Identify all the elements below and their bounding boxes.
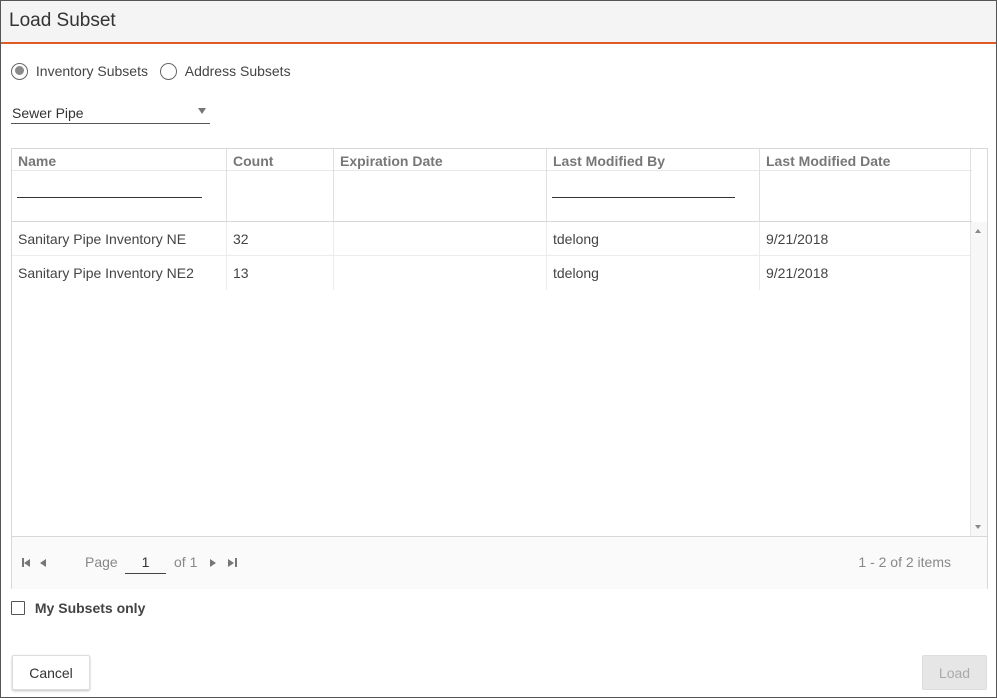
address-subsets-radio[interactable] [159, 62, 177, 80]
cell-last-modified-by: tdelong [547, 222, 760, 256]
cell-count: 13 [227, 256, 334, 290]
scroll-down-arrow-icon[interactable] [975, 525, 981, 529]
layer-dropdown-value: Sewer Pipe [12, 105, 84, 121]
page-number-input[interactable] [125, 551, 166, 574]
last-modified-by-filter-input[interactable] [552, 197, 735, 198]
table-row[interactable]: Sanitary Pipe Inventory NE 32 tdelong 9/… [12, 222, 972, 256]
load-button[interactable]: Load [922, 655, 987, 690]
grid-body: Sanitary Pipe Inventory NE 32 tdelong 9/… [12, 222, 972, 536]
my-subsets-only-label[interactable]: My Subsets only [35, 600, 145, 616]
cell-name: Sanitary Pipe Inventory NE2 [12, 256, 227, 290]
subset-type-radio-group: Inventory Subsets Address Subsets [11, 62, 299, 84]
address-subsets-label[interactable]: Address Subsets [185, 63, 291, 79]
page-count-label: of 1 [174, 554, 198, 570]
column-header-name[interactable]: Name [12, 149, 227, 221]
my-subsets-only-checkbox[interactable] [11, 601, 25, 616]
chevron-down-icon[interactable] [198, 108, 206, 114]
cell-expiration-date [334, 222, 547, 256]
column-header-count[interactable]: Count [227, 149, 334, 221]
my-subsets-only-option[interactable]: My Subsets only [11, 599, 145, 617]
table-row[interactable]: Sanitary Pipe Inventory NE2 13 tdelong 9… [12, 256, 972, 290]
grid-pager: Page of 1 1 - 2 of 2 items [12, 536, 987, 589]
previous-page-icon[interactable] [40, 558, 50, 568]
dialog-header: Load Subset [1, 1, 996, 44]
inventory-subsets-label[interactable]: Inventory Subsets [36, 63, 148, 79]
cancel-button[interactable]: Cancel [12, 655, 90, 690]
name-filter-input[interactable] [17, 197, 202, 198]
last-page-icon[interactable] [228, 558, 238, 568]
column-header-last-modified-date[interactable]: Last Modified Date [760, 149, 972, 221]
page-label: Page [85, 554, 118, 570]
scroll-up-arrow-icon[interactable] [975, 229, 981, 233]
dialog-title: Load Subset [9, 10, 116, 31]
layer-dropdown[interactable]: Sewer Pipe [11, 103, 210, 124]
cell-count: 32 [227, 222, 334, 256]
inventory-subsets-radio[interactable] [11, 62, 28, 80]
column-header-expiration-date[interactable]: Expiration Date [334, 149, 547, 221]
subsets-grid: Name Count Expiration Date Last Modified… [11, 148, 988, 589]
cell-last-modified-by: tdelong [547, 256, 760, 290]
cell-name: Sanitary Pipe Inventory NE [12, 222, 227, 256]
grid-header: Name Count Expiration Date Last Modified… [12, 149, 972, 222]
next-page-icon[interactable] [210, 558, 220, 568]
column-header-last-modified-by[interactable]: Last Modified By [547, 149, 760, 221]
items-info: 1 - 2 of 2 items [858, 554, 951, 570]
cell-expiration-date [334, 256, 547, 290]
load-subset-dialog: Load Subset Inventory Subsets Address Su… [0, 0, 997, 698]
cell-last-modified-date: 9/21/2018 [766, 265, 829, 281]
grid-scrollbar[interactable] [970, 222, 987, 536]
cell-last-modified-date: 9/21/2018 [766, 231, 829, 247]
first-page-icon[interactable] [22, 558, 32, 568]
